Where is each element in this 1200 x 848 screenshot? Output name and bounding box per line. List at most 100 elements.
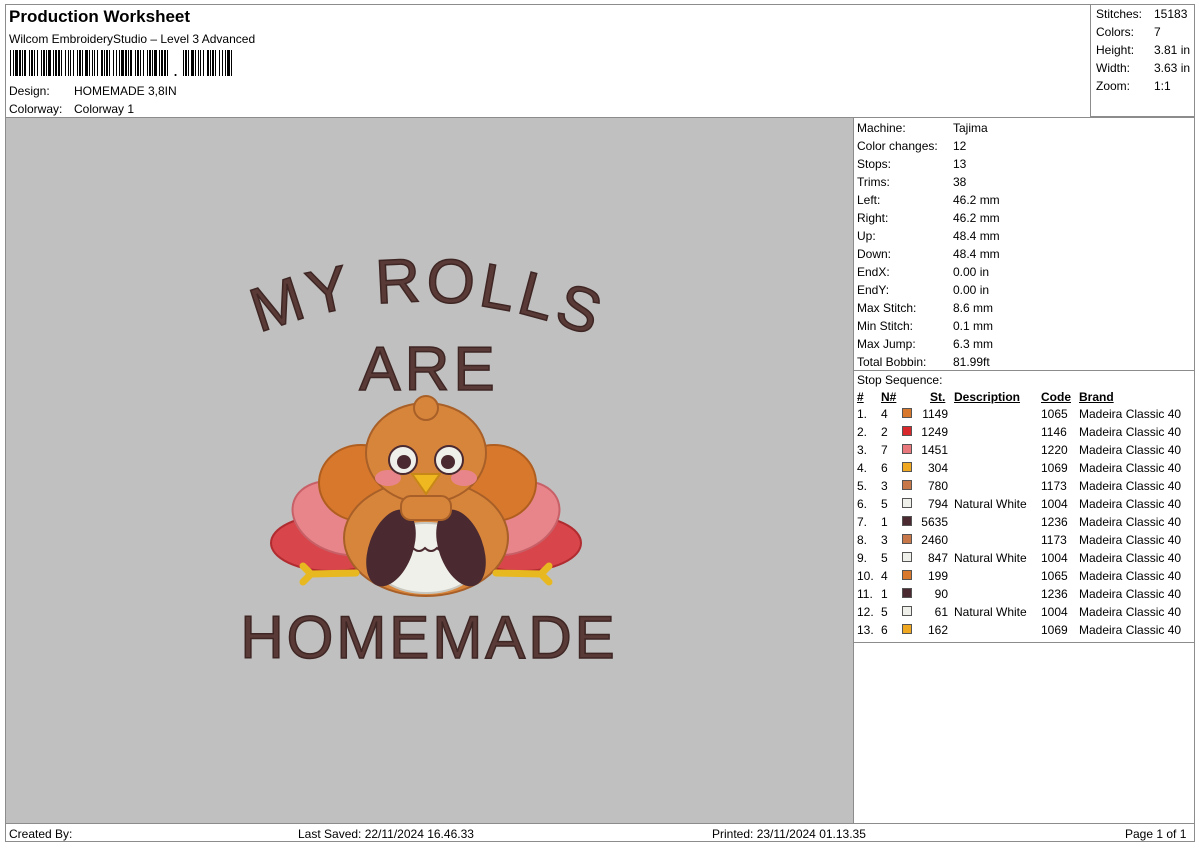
stitch-count: 5635 bbox=[921, 515, 948, 529]
summary-label: Height: bbox=[1096, 43, 1135, 57]
stitch-count: 794 bbox=[927, 497, 948, 511]
thread-brand: Madeira Classic 40 bbox=[1079, 587, 1182, 601]
thread-brand: Madeira Classic 40 bbox=[1079, 461, 1182, 475]
color-swatch bbox=[902, 408, 912, 418]
machine-info-value: 48.4 mm bbox=[953, 247, 1000, 261]
machine-info-label: Trims: bbox=[857, 175, 890, 189]
color-swatch bbox=[902, 570, 912, 580]
machine-info-label: Left: bbox=[857, 193, 881, 207]
needle-number: 6 bbox=[881, 623, 888, 637]
machine-info-value: 46.2 mm bbox=[953, 211, 1000, 225]
thread-brand: Madeira Classic 40 bbox=[1079, 425, 1182, 439]
thread-code: 1236 bbox=[1041, 515, 1068, 529]
summary-panel: Stitches: 15183 Colors: 7 Height: 3.81 in Widt… bbox=[1090, 4, 1195, 117]
design-preview: MY ROLLS ARE HOMEMADE bbox=[6, 118, 854, 823]
thread-brand: Madeira Classic 40 bbox=[1079, 479, 1182, 493]
stitch-count: 1451 bbox=[921, 443, 948, 457]
machine-info-label: Max Stitch: bbox=[857, 301, 917, 315]
design-label: Design: bbox=[9, 84, 50, 98]
col-header-description: Description bbox=[954, 390, 1021, 404]
created-by: Created By: bbox=[9, 827, 73, 841]
needle-number: 1 bbox=[881, 587, 888, 601]
machine-info-value: 46.2 mm bbox=[953, 193, 1000, 207]
thread-brand: Madeira Classic 40 bbox=[1079, 551, 1182, 565]
stitch-count: 162 bbox=[927, 623, 948, 637]
machine-info-label: Min Stitch: bbox=[857, 319, 914, 333]
machine-info-label: Down: bbox=[857, 247, 892, 261]
thread-brand: Madeira Classic 40 bbox=[1079, 569, 1182, 583]
stop-number: 3. bbox=[857, 443, 868, 457]
printed-date: Printed: 23/11/2024 01.13.35 bbox=[712, 827, 866, 841]
colorway-value: Colorway 1 bbox=[74, 102, 135, 116]
design-text-line2: ARE bbox=[359, 335, 498, 404]
turkey-illustration bbox=[270, 395, 582, 597]
machine-info-label: EndY: bbox=[857, 283, 890, 297]
stop-number: 7. bbox=[857, 515, 868, 529]
thread-code: 1173 bbox=[1041, 479, 1067, 493]
stitch-count: 304 bbox=[927, 461, 948, 475]
stop-number: 5. bbox=[857, 479, 868, 493]
summary-label: Width: bbox=[1096, 61, 1131, 75]
svg-text:,: , bbox=[173, 60, 178, 76]
machine-info-value: Tajima bbox=[953, 121, 988, 135]
thread-brand: Madeira Classic 40 bbox=[1079, 407, 1182, 421]
stop-number: 1. bbox=[857, 407, 868, 421]
summary-label: Colors: bbox=[1096, 25, 1135, 39]
colorway-label: Colorway: bbox=[9, 102, 63, 116]
needle-number: 7 bbox=[881, 443, 888, 457]
summary-value: 3.63 in bbox=[1154, 61, 1191, 75]
summary-value: 1:1 bbox=[1154, 79, 1171, 93]
summary-value: 7 bbox=[1154, 25, 1161, 39]
info-divider bbox=[854, 370, 1195, 371]
thread-brand: Madeira Classic 40 bbox=[1079, 623, 1182, 637]
color-swatch bbox=[902, 426, 912, 436]
color-swatch bbox=[902, 516, 912, 526]
stop-sequence-title: Stop Sequence: bbox=[857, 373, 943, 387]
embroidery-artwork: MY ROLLS ARE HOMEMADE bbox=[240, 245, 616, 671]
thread-code: 1065 bbox=[1041, 407, 1068, 421]
col-header-stitches: St. bbox=[930, 390, 946, 404]
stitch-count: 847 bbox=[927, 551, 948, 565]
summary-value: 3.81 in bbox=[1154, 43, 1191, 57]
stop-sequence-divider bbox=[854, 642, 1195, 643]
color-swatch bbox=[902, 480, 912, 490]
needle-number: 6 bbox=[881, 461, 888, 475]
col-header-num: # bbox=[857, 390, 864, 404]
stitch-count: 90 bbox=[934, 587, 948, 601]
color-swatch bbox=[902, 624, 912, 634]
needle-number: 4 bbox=[881, 407, 888, 421]
machine-info-label: Right: bbox=[857, 211, 889, 225]
thread-code: 1173 bbox=[1041, 533, 1067, 547]
thread-description: Natural White bbox=[954, 497, 1027, 511]
stop-number: 2. bbox=[857, 425, 868, 439]
col-header-brand: Brand bbox=[1079, 390, 1114, 404]
machine-info-value: 0.00 in bbox=[953, 265, 990, 279]
needle-number: 2 bbox=[881, 425, 888, 439]
stop-number: 10. bbox=[857, 569, 874, 583]
thread-brand: Madeira Classic 40 bbox=[1079, 443, 1182, 457]
machine-info-value: 0.00 in bbox=[953, 283, 990, 297]
page-number: Page 1 of 1 bbox=[1125, 827, 1187, 841]
stitch-count: 1149 bbox=[922, 407, 948, 421]
needle-number: 5 bbox=[881, 551, 888, 565]
stop-number: 11. bbox=[857, 587, 873, 601]
stop-number: 4. bbox=[857, 461, 868, 475]
thread-code: 1004 bbox=[1041, 605, 1068, 619]
stitch-count: 61 bbox=[934, 605, 948, 619]
worksheet-title: Production Worksheet bbox=[9, 7, 191, 26]
machine-info-value: 0.1 mm bbox=[953, 319, 994, 333]
needle-number: 1 bbox=[881, 515, 888, 529]
needle-number: 5 bbox=[881, 605, 888, 619]
barcode-image: , bbox=[10, 50, 232, 76]
stop-number: 6. bbox=[857, 497, 868, 511]
thread-brand: Madeira Classic 40 bbox=[1079, 605, 1182, 619]
stitch-count: 199 bbox=[927, 569, 948, 583]
color-swatch bbox=[902, 444, 912, 454]
summary-label: Stitches: bbox=[1096, 7, 1143, 21]
machine-info-label: EndX: bbox=[857, 265, 890, 279]
machine-info-label: Max Jump: bbox=[857, 337, 916, 351]
machine-info-label: Machine: bbox=[857, 121, 906, 135]
machine-info-value: 8.6 mm bbox=[953, 301, 994, 315]
needle-number: 4 bbox=[881, 569, 888, 583]
machine-info-value: 81.99ft bbox=[953, 355, 990, 369]
